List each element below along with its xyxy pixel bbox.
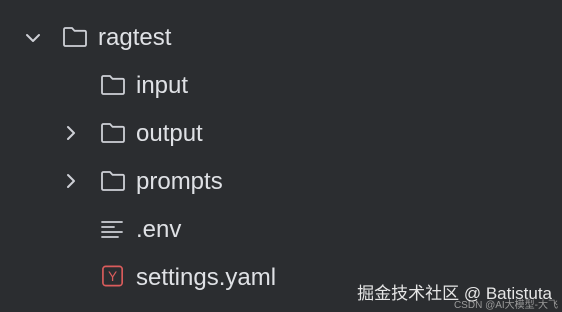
clipped-tree-item: [0, 0, 562, 6]
tree-item-prompts[interactable]: prompts: [0, 158, 562, 206]
folder-icon: [101, 123, 125, 143]
clipped-item-fragment: [92, 0, 99, 6]
tree-item-label: output: [136, 120, 203, 147]
folder-icon: [63, 27, 87, 47]
yaml-icon-letter: Y: [108, 269, 117, 284]
watermark-small-text: CSDN @AI大模型-大飞: [453, 300, 558, 311]
tree-item-label: prompts: [136, 168, 223, 195]
folder-icon: [101, 171, 125, 191]
tree-item-label: ragtest: [98, 24, 172, 51]
tree-item-ragtest[interactable]: ragtest: [0, 14, 562, 62]
tree-item-output[interactable]: output: [0, 110, 562, 158]
tree-item-label: .env: [136, 216, 182, 243]
yaml-file-icon: Y: [102, 265, 123, 287]
tree-item-env[interactable]: .env: [0, 206, 562, 254]
folder-icon: [101, 75, 125, 95]
text-file-icon: [101, 221, 123, 238]
tree-item-input[interactable]: input: [0, 62, 562, 110]
chevron-right-icon[interactable]: [60, 170, 82, 192]
chevron-down-icon[interactable]: [22, 27, 44, 49]
tree-item-label: input: [136, 72, 189, 99]
tree-item-label: settings.yaml: [136, 264, 277, 291]
chevron-right-icon[interactable]: [60, 122, 82, 144]
